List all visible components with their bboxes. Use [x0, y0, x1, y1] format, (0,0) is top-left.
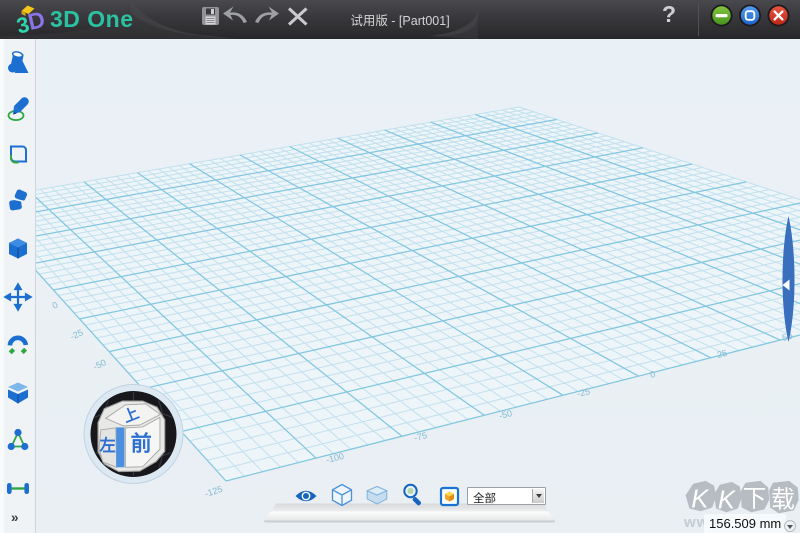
svg-text:-25: -25 [576, 386, 591, 399]
svg-text:K: K [718, 486, 737, 514]
svg-text:载: 载 [771, 487, 795, 514]
svg-text:下: 下 [743, 486, 767, 513]
svg-text:0: 0 [51, 300, 60, 311]
svg-text:-50: -50 [92, 357, 108, 372]
svg-text:-25: -25 [69, 327, 85, 342]
svg-text:-125: -125 [204, 484, 224, 499]
svg-text:-75: -75 [413, 430, 428, 443]
svg-text:左: 左 [98, 436, 115, 455]
svg-text:前: 前 [131, 430, 152, 455]
svg-text:K: K [691, 486, 710, 514]
svg-text:-50: -50 [498, 408, 513, 421]
